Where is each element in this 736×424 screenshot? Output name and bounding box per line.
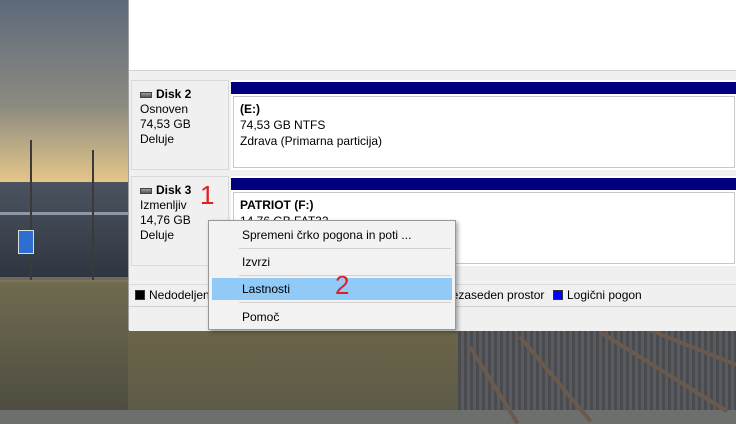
menu-separator	[239, 248, 451, 249]
legend-item-logical-drive: Logični pogon	[553, 288, 642, 302]
legend-label: Logični pogon	[567, 288, 642, 302]
disk-name: Disk 3	[156, 183, 192, 197]
wallpaper-pole	[30, 140, 32, 290]
disk-type: Izmenljiv	[140, 198, 187, 212]
legend-item-free-space: Nezaseden prostor	[443, 288, 544, 302]
menu-separator	[239, 302, 451, 303]
annotation-step-2: 2	[335, 270, 350, 300]
wallpaper-sign	[18, 230, 34, 254]
disk-info-disk2[interactable]: Disk 2 Osnoven 74,53 GB Deluje	[131, 80, 229, 170]
disk-name-row: Disk 3	[140, 183, 228, 198]
wallpaper-ground-left	[0, 282, 128, 410]
disk-name-row: Disk 2	[140, 87, 228, 102]
legend-swatch	[553, 290, 563, 300]
partition-body: (E:) 74,53 GB NTFS Zdrava (Primarna part…	[233, 96, 735, 168]
volume-list-pane[interactable]	[129, 0, 736, 71]
partition-title: (E:)	[240, 102, 260, 116]
partition-detail: 74,53 GB NTFS	[240, 118, 326, 132]
wallpaper-pole	[92, 150, 94, 290]
legend-swatch	[135, 290, 145, 300]
disk-drive-icon	[140, 187, 152, 194]
disk-size: 74,53 GB	[140, 117, 191, 131]
disk-name: Disk 2	[156, 87, 192, 101]
partition-bar	[231, 82, 736, 94]
partition-bar	[231, 178, 736, 190]
menu-item-change-drive-letter[interactable]: Spremeni črko pogona in poti ...	[212, 224, 452, 246]
menu-item-eject[interactable]: Izvrzi	[212, 251, 452, 273]
partition-health: Zdrava (Primarna particija)	[240, 134, 383, 148]
disk-status: Deluje	[140, 132, 175, 146]
disk-row: Disk 2 Osnoven 74,53 GB Deluje (E:) 74,5…	[129, 80, 736, 172]
menu-item-properties[interactable]: Lastnosti	[212, 278, 452, 300]
partition-title: PATRIOT (F:)	[240, 198, 314, 212]
disk-drive-icon	[140, 91, 152, 98]
legend-label: Nedodeljen	[149, 288, 210, 302]
context-menu: Spremeni črko pogona in poti ... Izvrzi …	[208, 220, 456, 330]
disk-type: Osnoven	[140, 102, 189, 116]
legend-label: Nezaseden prostor	[443, 288, 545, 302]
legend-item-unallocated: Nedodeljen	[135, 288, 210, 302]
menu-item-help[interactable]: Pomoč	[212, 306, 452, 328]
partition-e[interactable]: (E:) 74,53 GB NTFS Zdrava (Primarna part…	[231, 80, 736, 170]
annotation-step-1: 1	[200, 180, 215, 210]
